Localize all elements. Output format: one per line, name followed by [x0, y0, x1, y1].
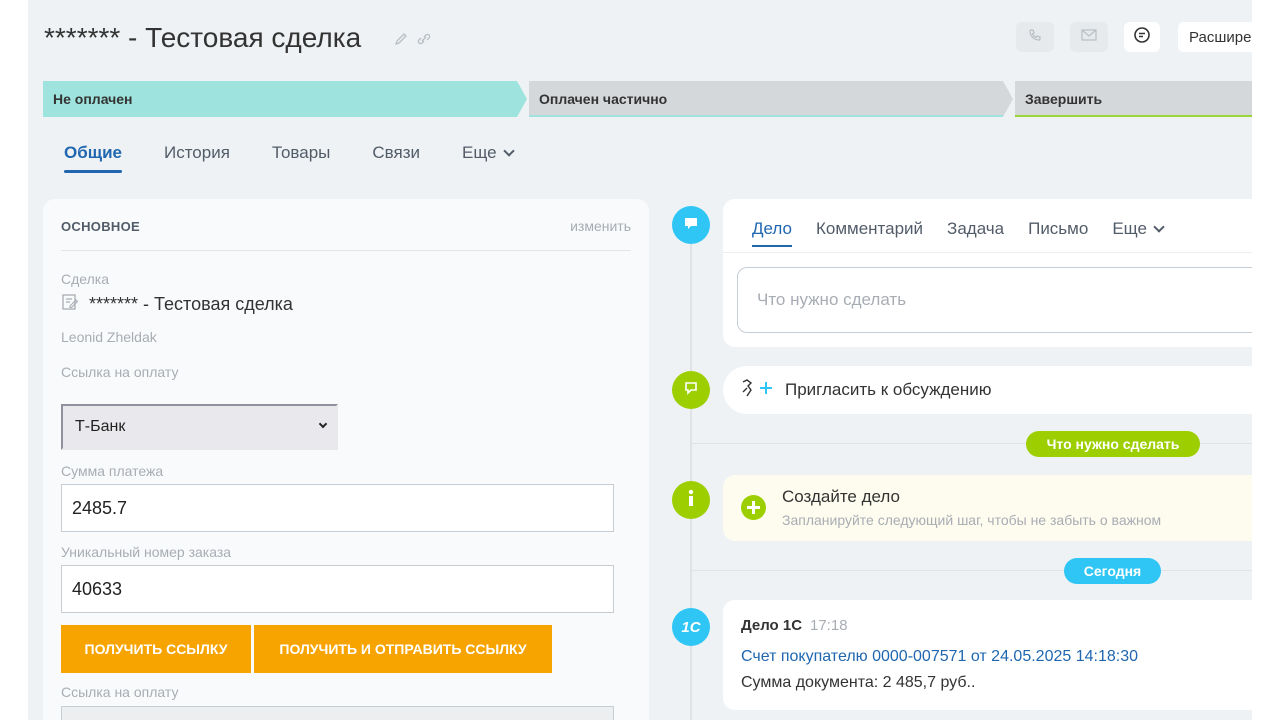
email-button[interactable] — [1070, 22, 1108, 52]
payment-link-label-2: Ссылка на оплату — [61, 684, 179, 700]
tab-history[interactable]: История — [164, 143, 230, 173]
deal-label: Сделка — [61, 271, 109, 287]
invite-to-discussion[interactable]: Пригласить к обсуждению — [723, 366, 1252, 414]
edit-link[interactable]: изменить — [570, 218, 631, 234]
editor-tab-more-label: Еще — [1112, 219, 1147, 238]
stage-complete[interactable]: Завершить — [1015, 81, 1252, 117]
activity-time: 17:18 — [810, 617, 848, 634]
crm-deal-page: ******* - Тестовая сделка Расширения Не … — [28, 0, 1252, 720]
chat-icon — [1133, 26, 1151, 49]
section-title: ОСНОВНОЕ — [61, 219, 140, 234]
tab-links[interactable]: Связи — [372, 143, 420, 173]
timeline-chat-dot — [672, 371, 710, 409]
payment-link-input[interactable] — [61, 706, 614, 720]
chevron-down-icon — [502, 145, 515, 157]
amount-label: Сумма платежа — [61, 463, 164, 479]
stage-partially-paid[interactable]: Оплачен частично — [529, 81, 1013, 117]
editor-tab-comment[interactable]: Комментарий — [816, 219, 923, 247]
todo-title: Создайте дело — [782, 487, 900, 506]
invite-person-icon — [739, 376, 775, 405]
amount-input[interactable]: 2485.7 — [61, 484, 614, 532]
editor-tab-email[interactable]: Письмо — [1028, 219, 1088, 247]
tab-products[interactable]: Товары — [272, 143, 330, 173]
tab-more-label: Еще — [462, 143, 497, 162]
editor-tabs: Дело Комментарий Задача Письмо Еще — [752, 219, 1187, 247]
1c-activity-card: Дело 1С 17:18 Счет покупателю 0000-00757… — [723, 600, 1252, 710]
deal-name-row: ******* - Тестовая сделка — [61, 293, 293, 316]
bank-select[interactable]: Т-Банк — [61, 404, 338, 450]
main-tabs: Общие История Товары Связи Еще — [64, 143, 555, 173]
editor-tab-activity[interactable]: Дело — [752, 219, 792, 247]
invite-label: Пригласить к обсуждению — [785, 380, 992, 399]
today-pill: Сегодня — [1064, 558, 1161, 584]
activity-title: Дело 1С — [741, 617, 803, 634]
extensions-button[interactable]: Расширения — [1178, 22, 1252, 52]
get-link-button[interactable]: ПОЛУЧИТЬ ССЫЛКУ — [61, 625, 251, 673]
timeline-comment-dot — [672, 206, 710, 244]
timeline-separator — [691, 570, 1252, 571]
envelope-icon — [1081, 28, 1097, 46]
deal-icon — [61, 293, 79, 316]
plus-icon — [741, 495, 766, 520]
timeline-1c-dot: 1С — [672, 608, 710, 646]
editor-tab-task[interactable]: Задача — [947, 219, 1004, 247]
responsible-name[interactable]: Leonid Zheldak — [61, 329, 157, 345]
stage-bar: Не оплачен Оплачен частично Завершить — [43, 81, 1252, 117]
chat-button[interactable] — [1124, 22, 1160, 52]
divider — [61, 250, 631, 251]
tab-more[interactable]: Еще — [462, 143, 515, 173]
chevron-down-icon — [318, 419, 328, 429]
deal-name[interactable]: ******* - Тестовая сделка — [89, 294, 293, 315]
info-icon — [683, 488, 699, 513]
divider — [723, 252, 1252, 253]
tab-general[interactable]: Общие — [64, 143, 122, 173]
chat-bubble-icon — [683, 380, 699, 401]
link-icon[interactable] — [416, 32, 432, 51]
page-title: ******* - Тестовая сделка — [44, 22, 362, 53]
todo-pill: Что нужно сделать — [1026, 431, 1200, 457]
bank-select-value: Т-Банк — [75, 418, 126, 435]
get-and-send-link-button[interactable]: ПОЛУЧИТЬ И ОТПРАВИТЬ ССЫЛКУ — [254, 625, 552, 673]
activity-input[interactable]: Что нужно сделать — [737, 267, 1252, 333]
todo-subtitle: Запланируйте следующий шаг, чтобы не заб… — [782, 512, 1162, 528]
chevron-down-icon — [1153, 221, 1165, 233]
invoice-link[interactable]: Счет покупателю 0000-007571 от 24.05.202… — [741, 648, 1138, 666]
phone-button[interactable] — [1016, 22, 1054, 52]
order-number-label: Уникальный номер заказа — [61, 544, 232, 560]
stage-not-paid[interactable]: Не оплачен — [43, 81, 527, 117]
order-number-input[interactable]: 40633 — [61, 565, 614, 613]
activity-editor-card: Дело Комментарий Задача Письмо Еще Что н… — [723, 199, 1252, 347]
create-activity-card[interactable]: Создайте дело Запланируйте следующий шаг… — [723, 475, 1252, 541]
timeline-info-dot — [672, 481, 710, 519]
pencil-icon[interactable] — [394, 32, 408, 51]
payment-link-label: Ссылка на оплату — [61, 364, 179, 380]
editor-tab-more[interactable]: Еще — [1112, 219, 1165, 247]
title-actions — [394, 32, 432, 51]
phone-icon — [1028, 28, 1042, 47]
message-icon — [683, 215, 699, 236]
main-info-card: ОСНОВНОЕ изменить Сделка ******* - Тесто… — [43, 199, 649, 720]
document-sum: Сумма документа: 2 485,7 руб.. — [741, 674, 976, 691]
